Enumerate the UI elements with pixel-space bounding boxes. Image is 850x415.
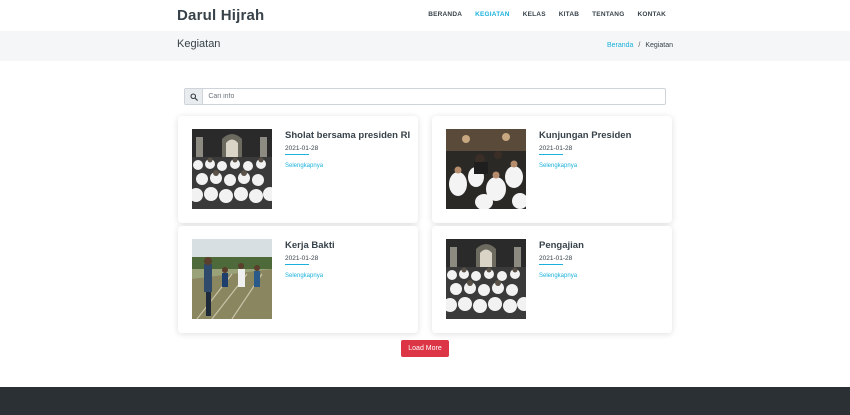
load-more-button[interactable]: Load More [401,340,449,357]
page-header: Kegiatan Beranda / Kegiatan [0,31,850,61]
breadcrumb-separator: / [638,42,641,49]
activity-date: 2021-01-28 [539,145,573,152]
read-more-link[interactable]: Selengkapnya [285,273,323,279]
activity-title: Kunjungan Presiden [539,130,632,141]
search-icon[interactable] [185,89,204,104]
page-title: Kegiatan [177,38,221,50]
activity-card: Kunjungan Presiden 2021-01-28 Selengkapn… [432,116,672,223]
activity-date: 2021-01-28 [285,255,319,262]
activity-photo[interactable] [446,129,526,209]
title-divider [539,264,563,265]
activity-date: 2021-01-28 [539,255,573,262]
nav-item-beranda[interactable]: BERANDA [428,11,462,18]
breadcrumb-home-link[interactable]: Beranda [607,42,633,49]
breadcrumb: Beranda / Kegiatan [607,42,673,49]
activity-title: Kerja Bakti [285,240,335,251]
nav-item-kegiatan[interactable]: KEGIATAN [475,11,510,18]
read-more-link[interactable]: Selengkapnya [539,273,577,279]
breadcrumb-current: Kegiatan [645,42,673,49]
activity-card: Sholat bersama presiden RI 2021-01-28 Se… [178,116,418,223]
nav-item-kitab[interactable]: KITAB [559,11,579,18]
nav-item-kontak[interactable]: KONTAK [637,11,666,18]
brand-logo[interactable]: Darul Hijrah [177,7,264,24]
nav-item-tentang[interactable]: TENTANG [592,11,624,18]
activity-date: 2021-01-28 [285,145,319,152]
read-more-link[interactable]: Selengkapnya [285,163,323,169]
main-menu: BERANDA KEGIATAN KELAS KITAB TENTANG KON… [415,11,666,18]
activity-card: Pengajian 2021-01-28 Selengkapnya [432,226,672,333]
read-more-link[interactable]: Selengkapnya [539,163,577,169]
activity-photo[interactable] [192,129,272,209]
search-bar [184,88,666,105]
activity-title: Pengajian [539,240,584,251]
title-divider [539,154,563,155]
activity-title: Sholat bersama presiden RI [285,130,411,141]
title-divider [285,154,309,155]
navbar: Darul Hijrah BERANDA KEGIATAN KELAS KITA… [0,0,850,31]
footer [0,387,850,415]
activity-photo[interactable] [192,239,272,319]
search-input[interactable] [203,89,665,104]
title-divider [285,264,309,265]
nav-item-kelas[interactable]: KELAS [523,11,546,18]
activity-photo[interactable] [446,239,526,319]
activity-card: Kerja Bakti 2021-01-28 Selengkapnya [178,226,418,333]
